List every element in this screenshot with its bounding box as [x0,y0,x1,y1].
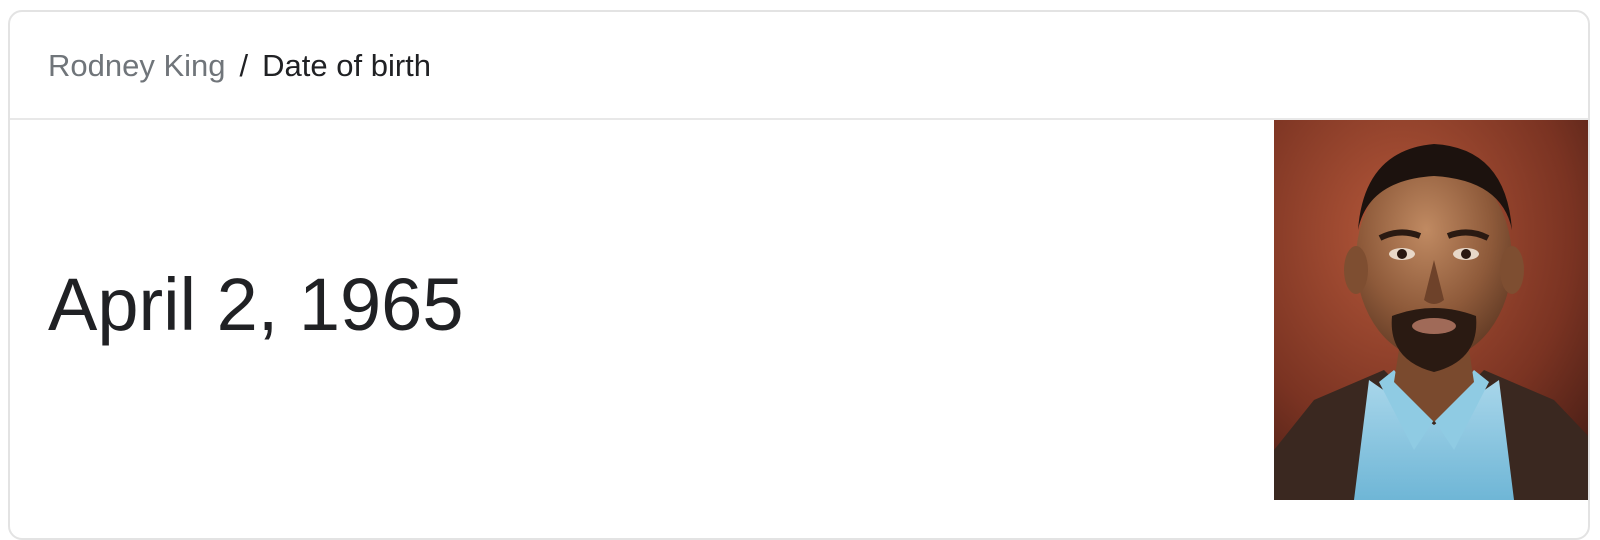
breadcrumb-separator: / [239,48,249,83]
portrait-photo[interactable] [1274,120,1588,500]
breadcrumb: Rodney King / Date of birth [48,46,431,86]
knowledge-card: Rodney King / Date of birth April 2, 1965 [8,10,1590,540]
breadcrumb-parent-link[interactable]: Rodney King [48,48,226,83]
answer-value: April 2, 1965 [48,263,464,346]
portrait-image [1274,120,1588,500]
card-header: Rodney King / Date of birth [10,12,1588,120]
breadcrumb-current: Date of birth [262,48,432,83]
